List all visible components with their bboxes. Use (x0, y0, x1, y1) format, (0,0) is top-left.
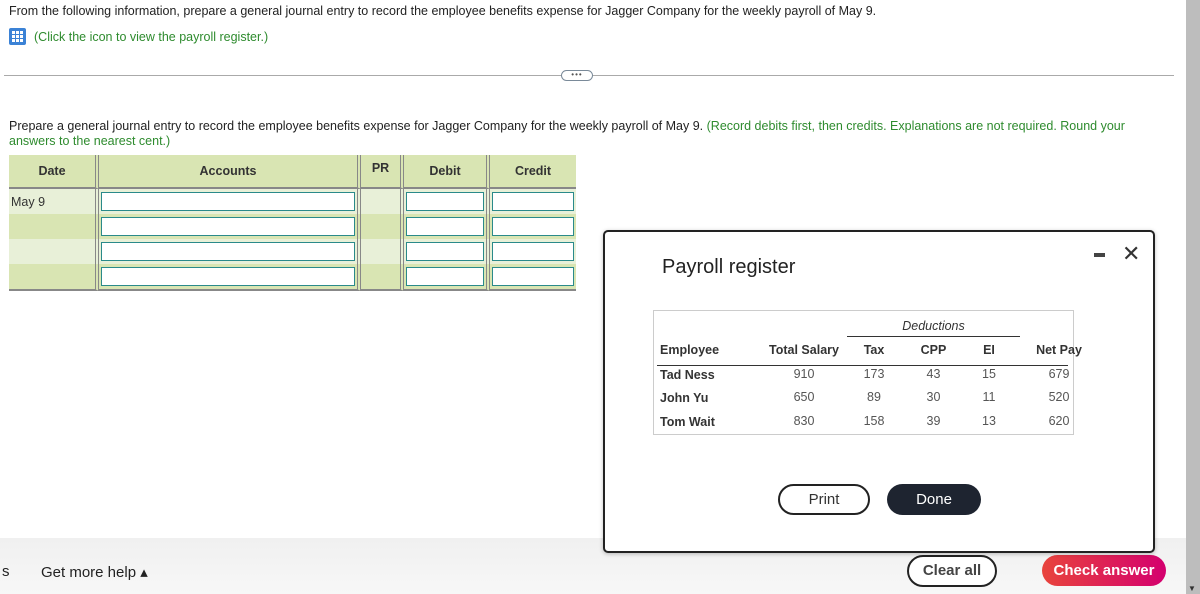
expand-more-button[interactable]: ••• (561, 70, 593, 81)
journal-row: May 9 (9, 189, 576, 214)
pr-cell (361, 264, 404, 291)
header-debit: Debit (404, 155, 490, 189)
debit-input[interactable] (406, 217, 484, 236)
employee-name: Tom Wait (660, 415, 715, 429)
ei: 11 (982, 390, 996, 404)
prompt-text: Prepare a general journal entry to recor… (9, 119, 704, 133)
journal-row (9, 214, 576, 239)
row-date (9, 264, 99, 291)
payroll-register-modal: Payroll register ✕ Deductions Employee T… (603, 230, 1155, 553)
account-input[interactable] (101, 267, 355, 286)
row-date (9, 239, 99, 264)
col-header-total-salary: Total Salary (769, 343, 839, 357)
clear-all-button[interactable]: Clear all (907, 555, 997, 587)
account-input[interactable] (101, 192, 355, 211)
col-header-employee: Employee (660, 343, 720, 357)
cpp: 30 (926, 390, 941, 404)
total-salary: 830 (793, 414, 815, 428)
payroll-register-link[interactable]: (Click the icon to view the payroll regi… (9, 28, 268, 45)
vertical-scrollbar[interactable] (1186, 0, 1200, 594)
journal-row (9, 264, 576, 291)
header-credit: Credit (490, 155, 576, 189)
account-input[interactable] (101, 242, 355, 261)
tax: 158 (863, 414, 885, 428)
journal-header-row: Date Accounts PR Debit Credit (9, 155, 576, 189)
col-header-ei: EI (983, 343, 995, 357)
pr-cell (361, 214, 404, 239)
close-icon[interactable]: ✕ (1122, 241, 1140, 267)
journal-row (9, 239, 576, 264)
table-grid-icon[interactable] (9, 28, 26, 45)
footer-partial-link[interactable]: s (2, 563, 10, 580)
cpp: 39 (926, 414, 941, 428)
register-link-text[interactable]: (Click the icon to view the payroll regi… (34, 30, 268, 44)
col-header-net-pay: Net Pay (1036, 343, 1082, 357)
credit-input[interactable] (492, 242, 574, 261)
question-prompt: Prepare a general journal entry to recor… (9, 119, 1174, 149)
ei: 15 (982, 367, 996, 381)
net-pay: 679 (1048, 367, 1070, 381)
debit-input[interactable] (406, 192, 484, 211)
get-more-help-button[interactable]: Get more help ▴ (41, 563, 148, 581)
total-salary: 910 (793, 367, 815, 381)
modal-title: Payroll register (662, 256, 796, 278)
credit-input[interactable] (492, 192, 574, 211)
row-date: May 9 (9, 189, 99, 214)
account-input[interactable] (101, 217, 355, 236)
scroll-down-arrow-icon[interactable]: ▼ (1188, 584, 1196, 593)
header-accounts: Accounts (99, 155, 361, 189)
cpp: 43 (926, 367, 941, 381)
header-pr: PR (361, 155, 404, 189)
employee-name: Tad Ness (660, 368, 715, 382)
question-intro: From the following information, prepare … (9, 4, 877, 18)
pr-cell (361, 239, 404, 264)
credit-input[interactable] (492, 217, 574, 236)
net-pay: 620 (1048, 414, 1070, 428)
check-answer-button[interactable]: Check answer (1042, 555, 1166, 586)
credit-input[interactable] (492, 267, 574, 286)
col-header-tax: Tax (863, 343, 885, 357)
debit-input[interactable] (406, 242, 484, 261)
done-button[interactable]: Done (887, 484, 981, 515)
debit-input[interactable] (406, 267, 484, 286)
tax: 89 (867, 390, 881, 404)
pr-cell (361, 189, 404, 214)
journal-entry-table: Date Accounts PR Debit Credit May 9 (9, 155, 576, 291)
row-date (9, 214, 99, 239)
total-salary: 650 (793, 390, 815, 404)
header-date: Date (9, 155, 99, 189)
col-header-cpp: CPP (920, 343, 947, 357)
net-pay: 520 (1048, 390, 1070, 404)
employee-name: John Yu (660, 391, 709, 405)
deductions-group-header: Deductions (902, 319, 965, 333)
ei: 13 (982, 414, 996, 428)
header-underline (657, 365, 1068, 366)
tax: 173 (863, 367, 885, 381)
minimize-icon[interactable] (1094, 253, 1105, 257)
payroll-register-table: Deductions Employee Total Salary Tax CPP… (653, 310, 1082, 435)
deductions-underline (847, 336, 1020, 337)
print-button[interactable]: Print (778, 484, 870, 515)
